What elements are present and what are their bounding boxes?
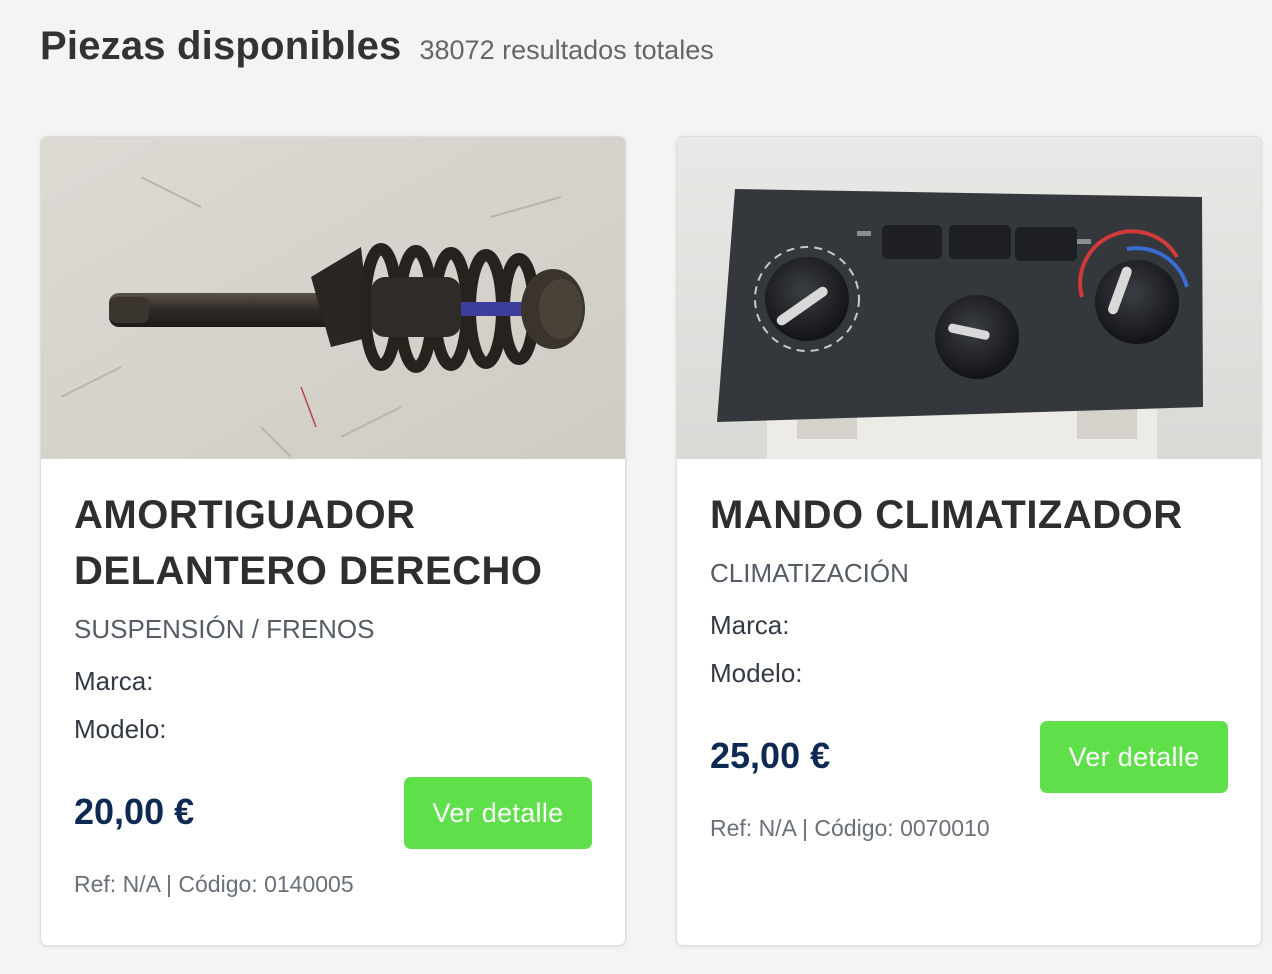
product-card[interactable]: MANDO CLIMATIZADOR CLIMATIZACIÓN Marca: … xyxy=(676,136,1262,946)
price-row: 20,00 € Ver detalle xyxy=(74,777,592,849)
product-reference: Ref: N/A | Código: 0070010 xyxy=(710,815,990,841)
view-detail-button[interactable]: Ver detalle xyxy=(404,777,592,849)
product-category: SUSPENSIÓN / FRENOS xyxy=(74,614,375,644)
page-title: Piezas disponibles xyxy=(40,24,402,68)
product-price: 25,00 € xyxy=(710,735,831,776)
product-photo-shock-absorber[interactable] xyxy=(41,137,625,459)
model-label: Modelo: xyxy=(74,714,167,744)
product-title[interactable]: MANDO CLIMATIZADOR xyxy=(710,487,1228,543)
price-row: 25,00 € Ver detalle xyxy=(710,721,1228,793)
product-card[interactable]: AMORTIGUADOR DELANTERO DERECHO SUSPENSIÓ… xyxy=(40,136,626,946)
brand-label: Marca: xyxy=(710,610,790,640)
product-category: CLIMATIZACIÓN xyxy=(710,558,909,588)
product-title-line-1: AMORTIGUADOR xyxy=(74,493,416,537)
product-price: 20,00 € xyxy=(74,791,195,832)
model-label: Modelo: xyxy=(710,658,803,688)
product-title-line-2: DELANTERO DERECHO xyxy=(74,549,543,593)
product-reference: Ref: N/A | Código: 0140005 xyxy=(74,871,354,897)
product-photo-climate-control[interactable] xyxy=(677,137,1261,459)
results-count: 38072 resultados totales xyxy=(419,35,714,65)
results-header: Piezas disponibles 38072 resultados tota… xyxy=(40,24,714,69)
product-title[interactable]: AMORTIGUADOR DELANTERO DERECHO xyxy=(74,487,592,599)
view-detail-button[interactable]: Ver detalle xyxy=(1040,721,1228,793)
brand-label: Marca: xyxy=(74,666,154,696)
